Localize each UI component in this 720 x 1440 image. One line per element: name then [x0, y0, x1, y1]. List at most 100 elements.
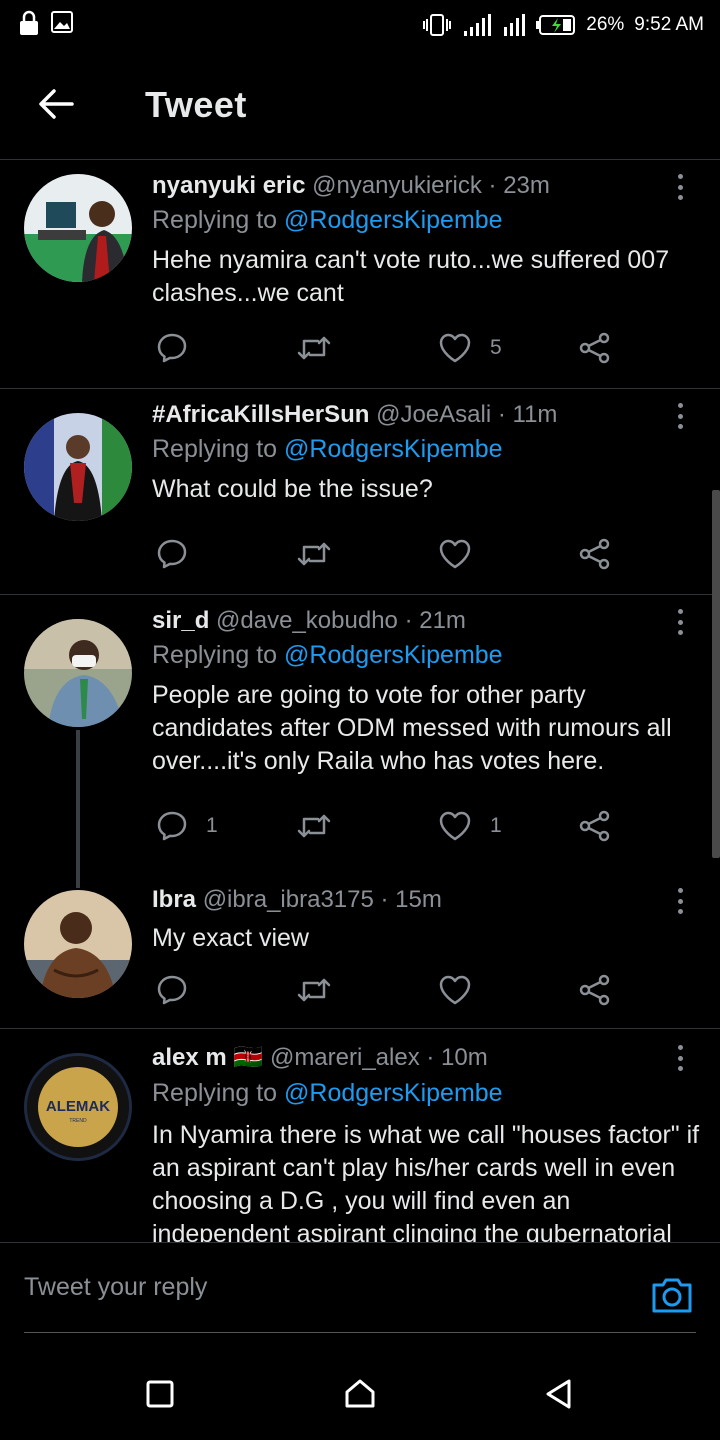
tweet[interactable]: #AfricaKillsHerSun @JoeAsali · 11m Reply…	[0, 389, 720, 594]
reply-icon	[157, 811, 187, 841]
display-name[interactable]: #AfricaKillsHerSun	[152, 401, 369, 428]
heart-icon	[439, 975, 471, 1005]
user-handle[interactable]: @mareri_alex	[270, 1044, 420, 1071]
recents-button[interactable]	[140, 1374, 180, 1414]
status-bar: 26% 9:52 AM	[0, 0, 720, 50]
reply-user-link[interactable]: @RodgersKipembe	[284, 1079, 503, 1107]
separator: ·	[380, 886, 389, 913]
reply-button[interactable]: 1	[156, 806, 218, 846]
reply-button[interactable]	[156, 328, 206, 368]
separator: ·	[404, 607, 413, 634]
reply-user-link[interactable]: @RodgersKipembe	[284, 206, 503, 234]
user-handle[interactable]: @nyanyukierick	[312, 172, 482, 199]
reply-feed[interactable]: nyanyuki eric @nyanyukierick · 23m Reply…	[0, 160, 720, 1242]
replying-label: Replying to	[152, 435, 278, 463]
reply-icon	[157, 333, 187, 363]
clock: 9:52 AM	[634, 14, 704, 35]
like-button[interactable]: 5	[438, 328, 502, 368]
reply-button[interactable]	[156, 534, 206, 574]
separator: ·	[426, 1044, 435, 1071]
home-button[interactable]	[340, 1374, 380, 1414]
display-name[interactable]: Ibra	[152, 886, 196, 913]
avatar[interactable]	[24, 174, 132, 282]
tweet[interactable]: sir_d @dave_kobudho · 21m Replying to @R…	[0, 595, 720, 870]
more-options-button[interactable]	[668, 1043, 692, 1073]
tweet[interactable]: Ibra @ibra_ibra3175 · 15m My exact view	[0, 870, 720, 1028]
like-button[interactable]	[438, 970, 490, 1010]
page-title: Tweet	[145, 84, 247, 125]
back-nav-button[interactable]	[538, 1374, 578, 1414]
like-button[interactable]: 1	[438, 806, 502, 846]
like-button[interactable]	[438, 534, 490, 574]
retweet-button[interactable]	[296, 970, 350, 1010]
like-count: 1	[490, 814, 502, 837]
tweet-text: What could be the issue?	[152, 475, 433, 503]
tweet-meta: #AfricaKillsHerSun @JoeAsali · 11m	[152, 401, 557, 429]
avatar[interactable]	[24, 619, 132, 727]
reply-user-link[interactable]: @RodgersKipembe	[284, 641, 503, 669]
retweet-button[interactable]	[296, 806, 350, 846]
battery-charging-icon	[536, 14, 576, 36]
user-handle[interactable]: @JoeAsali	[376, 401, 491, 428]
reply-composer	[0, 1242, 720, 1334]
heart-icon	[439, 811, 471, 841]
replying-label: Replying to	[152, 641, 278, 669]
replying-label: Replying to	[152, 1079, 278, 1107]
scrollbar[interactable]	[712, 490, 720, 858]
replying-label: Replying to	[152, 206, 278, 234]
timestamp: 23m	[503, 172, 550, 199]
share-icon	[579, 810, 610, 842]
tweet-meta: sir_d @dave_kobudho · 21m	[152, 607, 466, 635]
share-icon	[579, 974, 610, 1006]
reply-user-link[interactable]: @RodgersKipembe	[284, 435, 503, 463]
tweet[interactable]: nyanyuki eric @nyanyukierick · 23m Reply…	[0, 160, 720, 388]
display-name[interactable]: alex m	[152, 1044, 227, 1071]
tweet-meta: alex m 🇰🇪 @mareri_alex · 10m	[152, 1043, 488, 1072]
reply-input[interactable]	[24, 1243, 696, 1333]
retweet-button[interactable]	[296, 328, 350, 368]
share-button[interactable]	[578, 534, 612, 574]
app-header: Tweet	[0, 50, 720, 160]
more-options-button[interactable]	[668, 607, 692, 637]
avatar[interactable]: ALEMAK TREND	[24, 1053, 132, 1161]
share-icon	[579, 332, 610, 364]
back-button[interactable]	[32, 84, 80, 124]
timestamp: 10m	[441, 1044, 488, 1071]
reply-button[interactable]	[156, 970, 206, 1010]
retweet-icon	[297, 978, 331, 1002]
more-options-button[interactable]	[668, 401, 692, 431]
user-handle[interactable]: @dave_kobudho	[216, 607, 398, 634]
share-button[interactable]	[578, 970, 612, 1010]
tweet[interactable]: ALEMAK TREND alex m 🇰🇪 @mareri_alex · 10…	[0, 1029, 720, 1242]
share-button[interactable]	[578, 328, 612, 368]
lock-icon	[18, 10, 40, 41]
separator: ·	[497, 401, 506, 428]
heart-icon	[439, 539, 471, 569]
back-triangle-icon	[546, 1379, 571, 1409]
display-name[interactable]: sir_d	[152, 607, 209, 634]
share-icon	[579, 538, 610, 570]
display-name[interactable]: nyanyuki eric	[152, 172, 305, 199]
more-options-button[interactable]	[668, 172, 692, 202]
avatar[interactable]	[24, 413, 132, 521]
more-options-button[interactable]	[668, 886, 692, 916]
share-button[interactable]	[578, 806, 612, 846]
avatar-logo-subtext: TREND	[69, 1118, 87, 1124]
reply-count: 1	[206, 814, 218, 837]
tweet-actions	[152, 534, 632, 574]
avatar[interactable]	[24, 890, 132, 998]
heart-icon	[439, 333, 471, 363]
reply-icon	[157, 539, 187, 569]
retweet-icon	[297, 542, 331, 566]
signal-icon	[462, 13, 492, 37]
system-nav-bar	[0, 1334, 720, 1440]
avatar-logo-text: ALEMAK	[46, 1098, 110, 1115]
vibrate-icon	[422, 12, 452, 38]
tweet-text: In Nyamira there is what we call "houses…	[152, 1121, 700, 1242]
image-icon	[50, 10, 74, 41]
replying-to: Replying to @RodgersKipembe	[152, 435, 503, 464]
replying-to: Replying to @RodgersKipembe	[152, 1079, 503, 1108]
user-handle[interactable]: @ibra_ibra3175	[203, 886, 374, 913]
retweet-button[interactable]	[296, 534, 350, 574]
camera-button[interactable]	[650, 1275, 694, 1320]
